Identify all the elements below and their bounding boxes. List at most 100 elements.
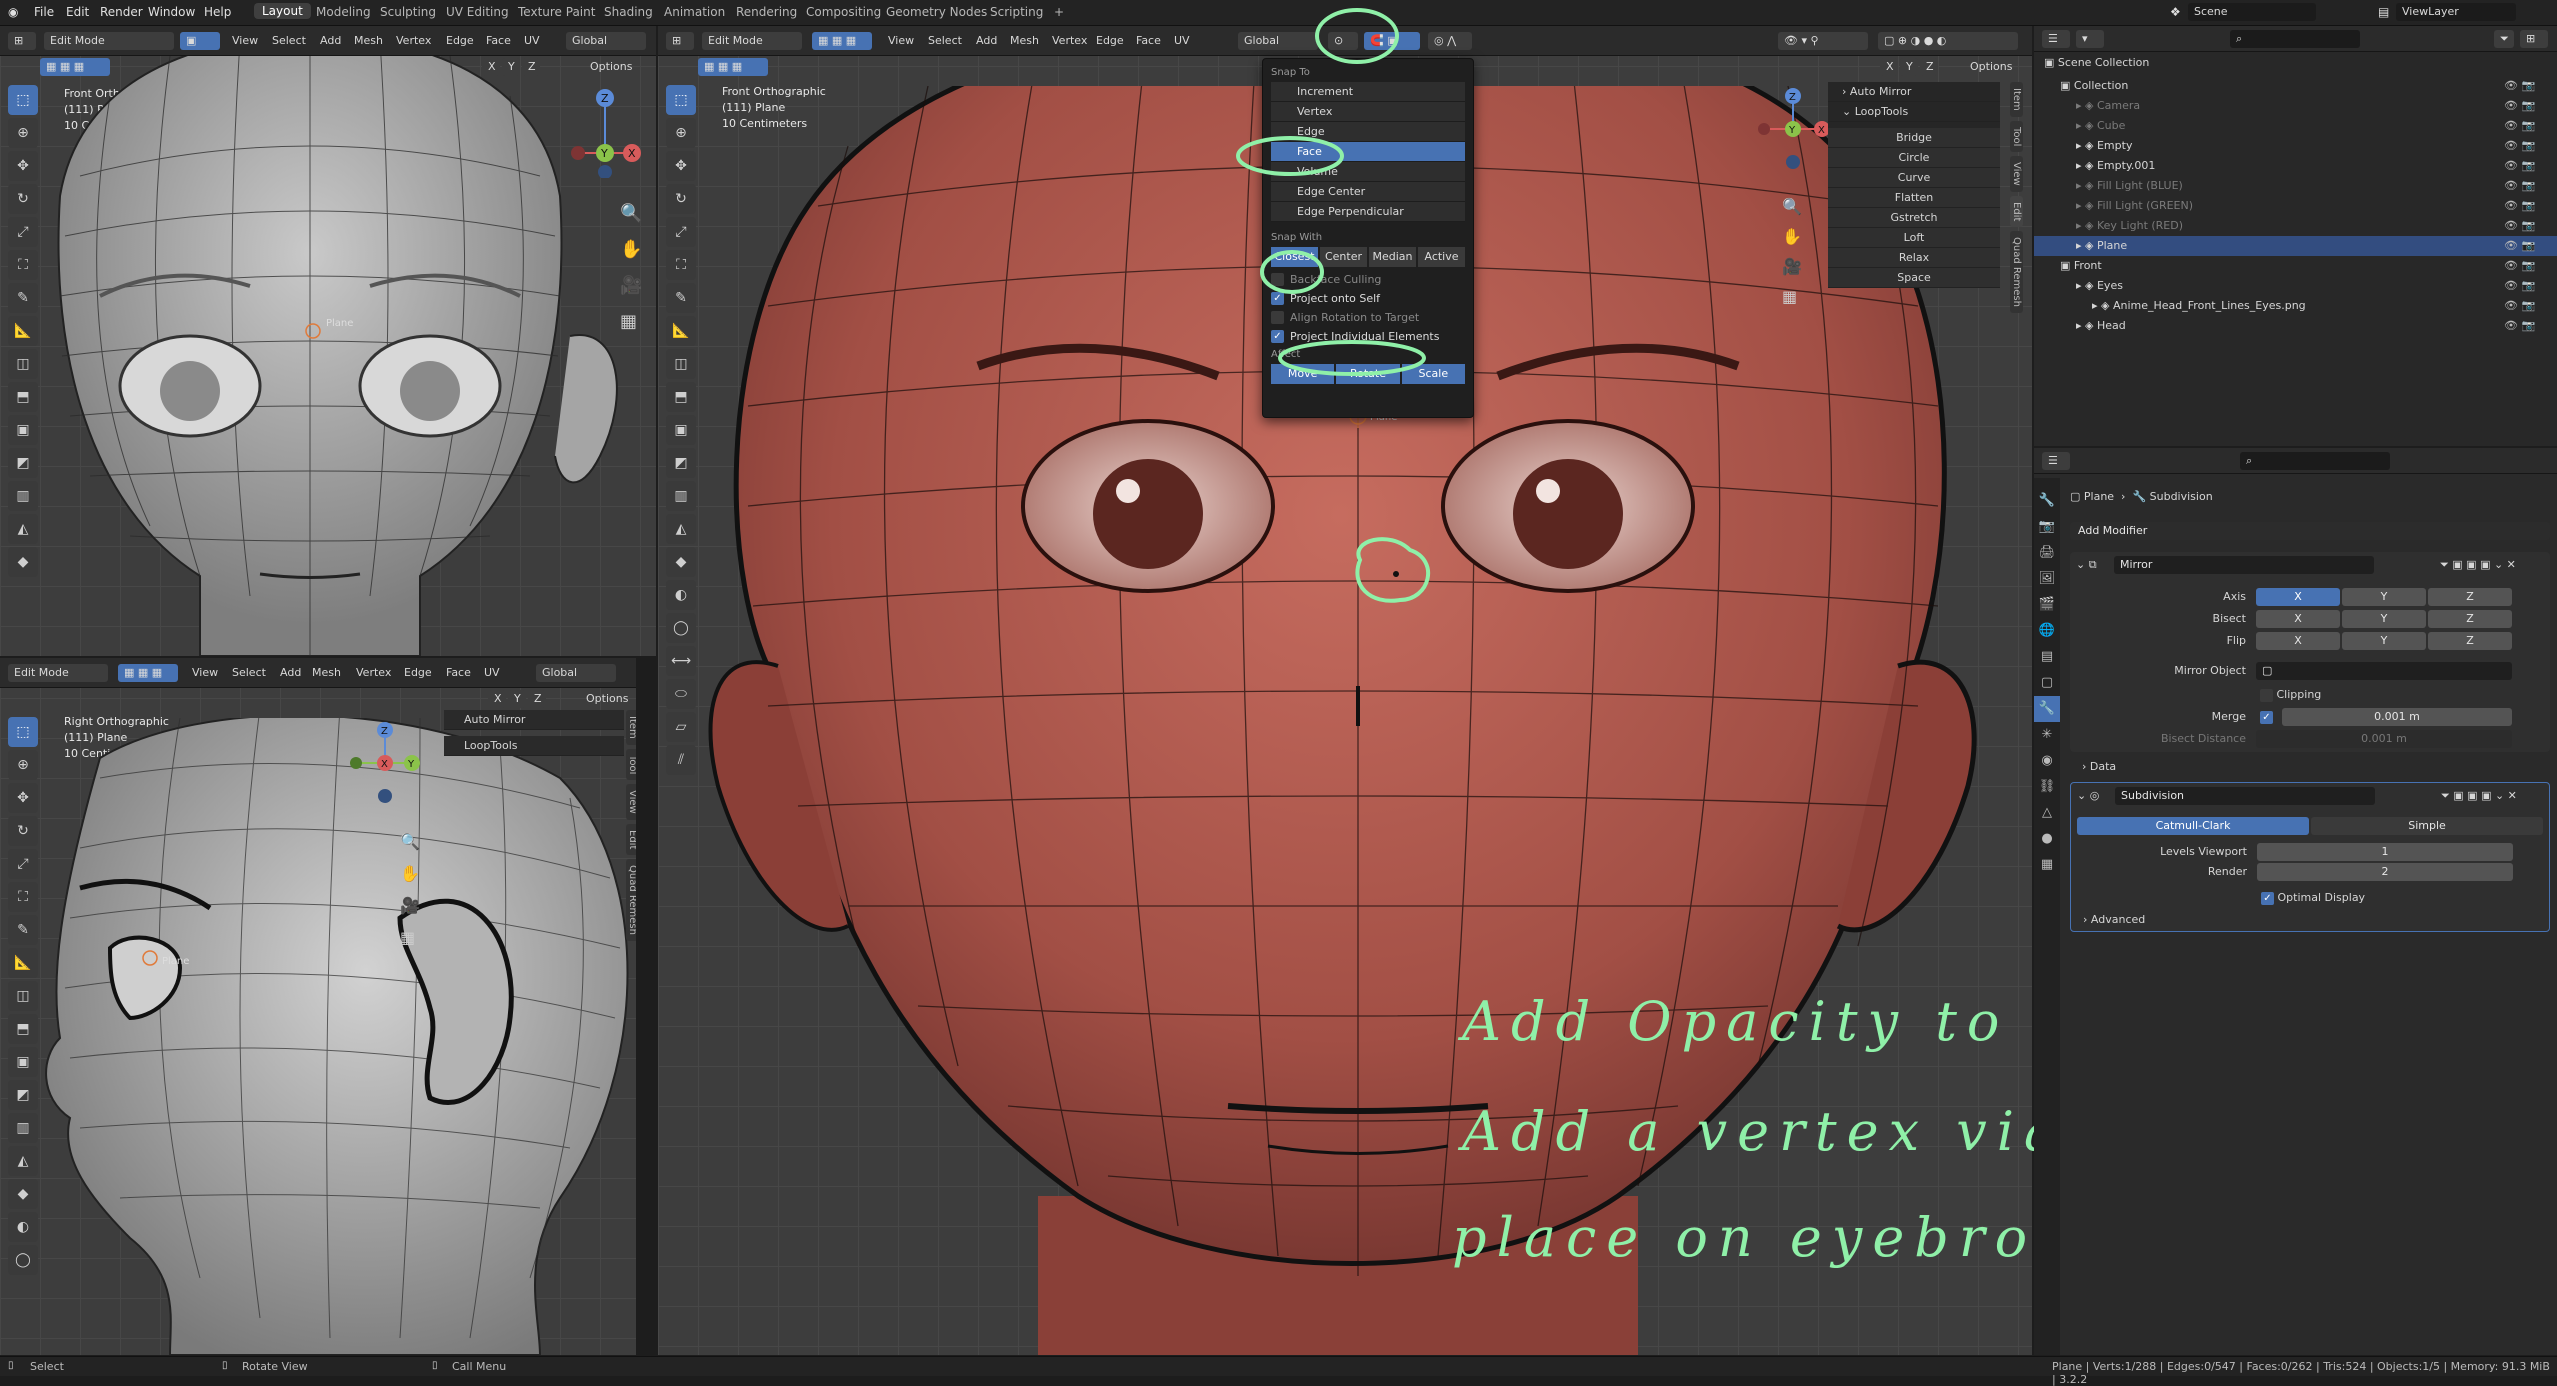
tab-layout[interactable]: Layout — [254, 3, 311, 19]
add-cube-tool-icon[interactable]: ◫ — [8, 981, 38, 1011]
transform-tool-icon[interactable]: ⛶ — [8, 250, 38, 280]
snap-vertex-option[interactable]: Vertex — [1271, 102, 1465, 122]
snap-edge-perpendicular-option[interactable]: Edge Perpendicular — [1271, 202, 1465, 222]
menu-view-main[interactable]: View — [888, 34, 914, 47]
merge-checkbox[interactable]: ✓ — [2260, 710, 2273, 724]
mirror-flip-z[interactable]: Z — [2428, 632, 2512, 650]
knife-tool-icon[interactable]: ◭ — [666, 514, 696, 544]
editor-type-icon[interactable]: ⊞ — [8, 32, 36, 50]
menu-uv[interactable]: UV — [524, 34, 540, 47]
menu-mesh[interactable]: Mesh — [354, 34, 383, 47]
looptools-circle-button[interactable]: Circle — [1828, 148, 2000, 168]
knife-tool-icon[interactable]: ◭ — [8, 514, 38, 544]
tab-quad-remesh[interactable]: Quad Remesh — [2010, 231, 2023, 314]
snap-with-center[interactable]: Center — [1320, 247, 1367, 267]
tab-scripting[interactable]: Scripting — [990, 5, 1043, 19]
menu-window[interactable]: Window — [148, 5, 195, 19]
blender-logo-icon[interactable]: ◉ — [8, 5, 18, 19]
tab-texture-paint[interactable]: Texture Paint — [518, 5, 595, 19]
world-tab-icon[interactable]: 🌐 — [2034, 618, 2060, 644]
snap-edge-option[interactable]: Edge — [1271, 122, 1465, 142]
menu-mesh-main[interactable]: Mesh — [1010, 34, 1039, 47]
bisect-distance-field[interactable]: 0.001 m — [2256, 730, 2512, 748]
measure-tool-icon[interactable]: 📐 — [666, 316, 696, 346]
annotate-tool-icon[interactable]: ✎ — [8, 283, 38, 313]
inset-tool-icon[interactable]: ▣ — [8, 415, 38, 445]
mirror-y-bottom[interactable]: Y — [508, 690, 526, 708]
new-collection-icon[interactable]: ⊞ — [2520, 30, 2548, 48]
outliner-search-input[interactable]: ⌕ — [2230, 30, 2360, 48]
rotate-tool-icon[interactable]: ↻ — [8, 184, 38, 214]
transform-tool-icon[interactable]: ⛶ — [666, 250, 696, 280]
mirror-bisect-z[interactable]: Z — [2428, 610, 2512, 628]
inset-tool-icon[interactable]: ▣ — [666, 415, 696, 445]
physics-tab-icon[interactable]: ◉ — [2034, 748, 2060, 774]
visibility-toggles[interactable]: 👁 📷 — [2504, 219, 2535, 232]
simple-button[interactable]: Simple — [2311, 817, 2543, 835]
menu-face-main[interactable]: Face — [1136, 34, 1161, 47]
visibility-toggles[interactable]: 👁 📷 — [2504, 299, 2535, 312]
snap-edge-center-option[interactable]: Edge Center — [1271, 182, 1465, 202]
tab-rendering[interactable]: Rendering — [736, 5, 797, 19]
menu-uv-main[interactable]: UV — [1174, 34, 1190, 47]
looptools-space-button[interactable]: Space — [1828, 268, 2000, 288]
pan-hand-icon[interactable]: ✋ — [620, 232, 642, 268]
mirror-name-field[interactable]: Mirror — [2114, 556, 2374, 574]
tab-edit-bottom[interactable]: Edit — [626, 823, 636, 856]
outliner-item[interactable]: ▸ ◈ Cube 👁 📷 — [2034, 116, 2557, 136]
constraints-tab-icon[interactable]: ⛓ — [2034, 774, 2060, 800]
menu-help[interactable]: Help — [204, 5, 231, 19]
texture-tab-icon[interactable]: ▦ — [2034, 852, 2060, 878]
inset-tool-icon[interactable]: ▣ — [8, 1047, 38, 1077]
outliner-item[interactable]: ▣ Collection 👁 📷 — [2034, 76, 2557, 96]
mirror-axis-z[interactable]: Z — [2428, 588, 2512, 606]
shading-mode-icons[interactable]: ▢ ⊕ ◑ ● ◐ — [1878, 32, 2018, 50]
move-tool-icon[interactable]: ✥ — [8, 783, 38, 813]
transform-tool-icon[interactable]: ⛶ — [8, 882, 38, 912]
pan-hand-icon[interactable]: ✋ — [400, 858, 420, 890]
loop-cut-tool-icon[interactable]: ▥ — [8, 481, 38, 511]
visibility-toggles[interactable]: 👁 📷 — [2504, 279, 2535, 292]
menu-edit[interactable]: Edit — [66, 5, 89, 19]
camera-view-icon[interactable]: 🎥 — [620, 268, 642, 304]
pan-hand-icon[interactable]: ✋ — [1782, 222, 1802, 252]
vertex-select-icon[interactable]: ▣ — [180, 32, 220, 50]
catmull-clark-button[interactable]: Catmull-Clark — [2077, 817, 2309, 835]
view-layer-tab-icon[interactable]: 🖼 — [2034, 566, 2060, 592]
tab-item[interactable]: Item — [2010, 82, 2023, 117]
cursor-tool-icon[interactable]: ⊕ — [8, 750, 38, 780]
advanced-subpanel[interactable]: › Advanced — [2083, 913, 2145, 926]
backface-culling-checkbox[interactable]: Backface Culling — [1271, 273, 1465, 286]
outliner-item[interactable]: ▸ ◈ Eyes 👁 📷 — [2034, 276, 2557, 296]
visibility-toggles[interactable]: 👁 📷 — [2504, 119, 2535, 132]
scene-selector[interactable]: Scene — [2188, 3, 2316, 21]
affect-scale[interactable]: Scale — [1401, 364, 1465, 384]
shrink-fatten-tool-icon[interactable]: ⬭ — [666, 679, 696, 709]
clipping-checkbox[interactable]: Clipping — [2260, 688, 2321, 702]
snap-with-closest[interactable]: Closest — [1271, 247, 1318, 267]
menu-add[interactable]: Add — [320, 34, 341, 47]
tab-edit[interactable]: Edit — [2010, 195, 2023, 228]
mode-selector[interactable]: Edit Mode — [44, 32, 174, 50]
outliner-item[interactable]: ▸ ◈ Fill Light (GREEN) 👁 📷 — [2034, 196, 2557, 216]
tab-view[interactable]: View — [2010, 156, 2023, 192]
outliner-item[interactable]: ▸ ◈ Empty 👁 📷 — [2034, 136, 2557, 156]
collection-tab-icon[interactable]: ▤ — [2034, 644, 2060, 670]
project-onto-self-checkbox[interactable]: ✓ Project onto Self — [1271, 292, 1465, 305]
smooth-tool-icon[interactable]: ◯ — [666, 613, 696, 643]
snap-with-median[interactable]: Median — [1369, 247, 1416, 267]
optimal-display-checkbox[interactable]: ✓ Optimal Display — [2261, 891, 2365, 905]
menu-vertex-bottom[interactable]: Vertex — [356, 666, 391, 679]
visibility-toggles[interactable]: 👁 📷 — [2504, 139, 2535, 152]
navigation-gizmo[interactable]: Z X Y — [560, 88, 650, 178]
move-tool-icon[interactable]: ✥ — [666, 151, 696, 181]
tab-compositing[interactable]: Compositing — [806, 5, 881, 19]
render-tab-icon[interactable]: 📷 — [2034, 514, 2060, 540]
mirror-data-subpanel[interactable]: › Data — [2082, 760, 2116, 773]
menu-select-main[interactable]: Select — [928, 34, 962, 47]
viewport-overlay-icons[interactable]: 👁 ▾ ⚲ — [1778, 32, 1868, 50]
loop-cut-tool-icon[interactable]: ▥ — [666, 481, 696, 511]
smooth-tool-icon[interactable]: ◯ — [8, 1245, 38, 1275]
poly-build-tool-icon[interactable]: ◆ — [8, 1179, 38, 1209]
select-box-tool-icon[interactable]: ⬚ — [8, 717, 38, 747]
